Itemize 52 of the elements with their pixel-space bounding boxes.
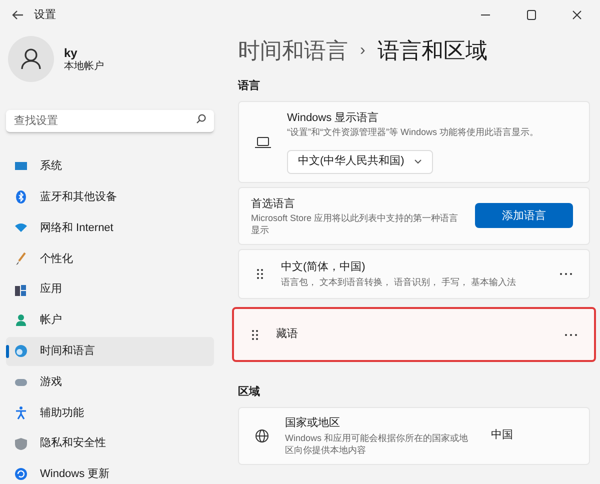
breadcrumb-separator: › [360, 41, 366, 61]
chevron-down-icon [414, 159, 422, 164]
brush-icon [14, 252, 28, 266]
add-language-button[interactable]: 添加语言 [475, 203, 573, 228]
nav-item[interactable]: 蓝牙和其他设备 [6, 182, 214, 212]
nav-item[interactable]: 游戏 [6, 368, 214, 396]
page-title: 语言和区域 [377, 37, 488, 65]
nav-item[interactable]: 隐私和安全性 [6, 429, 214, 458]
section-heading: 区域 [238, 384, 261, 400]
accessibility-icon [14, 406, 28, 420]
back-arrow-icon [12, 10, 24, 20]
laptop-icon [255, 136, 271, 148]
setting-description: “设置”和“文件资源管理器”等 Windows 功能将使用此语言显示。 [287, 126, 538, 139]
section-heading: 语言 [238, 78, 261, 94]
nav-item[interactable]: 网络和 Internet [6, 214, 214, 242]
nav-item[interactable]: 个性化 [6, 244, 214, 274]
person-icon [21, 48, 41, 70]
setting-description: Microsoft Store 应用将以此列表中支持的第一种语言显示 [251, 212, 460, 236]
selection-indicator [6, 344, 9, 358]
maximize-icon [526, 10, 536, 20]
account-type: 本地帐户 [64, 60, 104, 72]
bluetooth-icon [14, 190, 28, 204]
setting-title: 国家或地区 [285, 416, 341, 432]
language-item[interactable]: 中文(简体，中国) 语言包， 文本到语音转换， 语音识别， 手写， 基本输入法 [238, 249, 590, 299]
nav-item[interactable]: 帐户 [6, 306, 214, 335]
update-icon [14, 467, 28, 482]
shield-icon [14, 436, 28, 451]
person-icon [14, 313, 28, 328]
country-value: 中国 [491, 428, 513, 444]
setting-title: 首选语言 [251, 196, 296, 212]
search-field[interactable]: 查找设置 [6, 110, 214, 133]
setting-description: Windows 和应用可能会根据你所在的国家或地区向你提供本地内容 [285, 432, 470, 456]
nav-item[interactable]: 辅助功能 [6, 398, 214, 428]
window-title: 设置 [34, 8, 56, 23]
language-dropdown[interactable]: 中文(中华人民共和国) [287, 150, 434, 174]
setting-title: Windows 显示语言 [287, 110, 380, 126]
language-features: 语言包， 文本到语音转换， 语音识别， 手写， 基本输入法 [281, 276, 518, 288]
close-icon [572, 10, 582, 20]
nav-item[interactable]: 应用 [6, 275, 214, 304]
nav-item[interactable]: 时间和语言 [6, 336, 214, 366]
language-name: 中文(简体，中国) [281, 260, 366, 275]
apps-icon [14, 282, 28, 297]
drag-handle-icon [252, 330, 258, 340]
user-name: ky [64, 46, 78, 60]
nav-item[interactable]: Windows 更新 [6, 460, 214, 484]
breadcrumb-link[interactable]: 时间和语言 [238, 36, 348, 66]
drag-handle-icon [257, 269, 263, 279]
nav-item[interactable]: 系统 [6, 152, 214, 181]
language-name: 藏语 [276, 326, 299, 342]
search-icon [196, 114, 206, 124]
language-item[interactable]: 藏语 [232, 307, 596, 362]
wifi-icon [14, 220, 28, 235]
